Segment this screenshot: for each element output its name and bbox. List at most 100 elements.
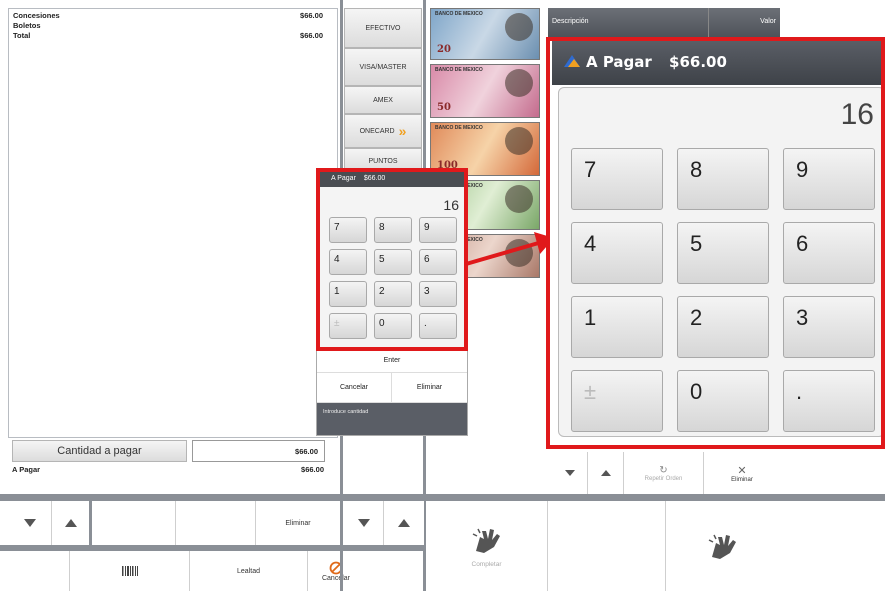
portrait-icon bbox=[505, 127, 533, 155]
small-keypad-header: A Pagar $66.00 bbox=[317, 171, 467, 187]
small-key[interactable]: 4 bbox=[329, 249, 367, 275]
portrait-icon bbox=[505, 185, 533, 213]
small-key[interactable]: 3 bbox=[419, 281, 457, 307]
right-eliminar-button[interactable]: ✕ Eliminar bbox=[704, 452, 780, 494]
summary-row-amount: $66.00 bbox=[300, 31, 323, 40]
cantidad-value-field[interactable]: $66.00 bbox=[192, 440, 325, 462]
toolbar-empty-button[interactable] bbox=[8, 551, 70, 591]
completar-button[interactable]: Completar bbox=[426, 501, 548, 591]
small-key[interactable]: 0 bbox=[374, 313, 412, 339]
scroll-down-button[interactable] bbox=[8, 501, 52, 545]
repeat-icon: ↻ bbox=[659, 464, 668, 476]
small-keypad-amount: $66.00 bbox=[363, 175, 386, 182]
enter-button[interactable]: Enter bbox=[317, 351, 467, 373]
barcode-button[interactable] bbox=[70, 551, 190, 591]
eliminar-button[interactable]: Eliminar bbox=[256, 501, 340, 545]
big-key[interactable]: 4 bbox=[571, 222, 663, 284]
big-key[interactable]: . bbox=[783, 370, 875, 432]
big-keypad-grid: 7 8 9 4 5 6 1 2 3 ±0. bbox=[571, 148, 885, 432]
red-arrow-icon bbox=[465, 232, 554, 266]
small-eliminar-button[interactable]: Eliminar bbox=[392, 373, 467, 403]
chevron-down-icon bbox=[23, 519, 36, 527]
cancelar-label: Cancelar bbox=[321, 574, 350, 582]
right-bottom-empty bbox=[552, 501, 666, 591]
scroll-up-button[interactable] bbox=[52, 501, 92, 545]
chevron-down-icon bbox=[564, 470, 575, 476]
small-key[interactable]: . bbox=[419, 313, 457, 339]
summary-row-amount: $66.00 bbox=[300, 11, 323, 20]
small-key[interactable]: 6 bbox=[419, 249, 457, 275]
method-efectivo-button[interactable]: EFECTIVO bbox=[344, 8, 422, 48]
toolbar-empty-button[interactable] bbox=[92, 501, 176, 545]
right-completar-button[interactable] bbox=[666, 501, 780, 591]
barcode-icon bbox=[121, 566, 138, 576]
bill-50-button[interactable]: BANCO DE MEXICO 50 bbox=[430, 64, 540, 118]
big-key[interactable]: 7 bbox=[571, 148, 663, 210]
portrait-icon bbox=[505, 69, 533, 97]
big-keypad-header: A Pagar $66.00 bbox=[552, 41, 885, 85]
scroll-down-button[interactable] bbox=[552, 452, 588, 494]
big-keypad-amount: $66.00 bbox=[669, 53, 727, 71]
bill-100-button[interactable]: BANCO DE MEXICO 100 bbox=[430, 122, 540, 176]
cantidad-a-pagar-button[interactable]: Cantidad a pagar bbox=[12, 440, 187, 462]
small-key[interactable]: 8 bbox=[374, 217, 412, 243]
big-key[interactable]: 2 bbox=[677, 296, 769, 358]
small-key[interactable]: 5 bbox=[374, 249, 412, 275]
right-header: Descripción Valor bbox=[548, 8, 780, 38]
right-toolbar: ↻ Repetir Orden ✕ Eliminar bbox=[548, 452, 780, 494]
scroll-up-button[interactable] bbox=[588, 452, 624, 494]
big-key[interactable]: 6 bbox=[783, 222, 875, 284]
small-keypad-display: 16 bbox=[443, 197, 459, 213]
big-key[interactable]: 9 bbox=[783, 148, 875, 210]
small-key[interactable]: 7 bbox=[329, 217, 367, 243]
middle-toolbar bbox=[344, 501, 424, 545]
method-amex-button[interactable]: AMEX bbox=[344, 86, 422, 114]
bill-bank-label: BANCO DE MEXICO bbox=[435, 125, 483, 131]
small-key[interactable]: 9 bbox=[419, 217, 457, 243]
lealtad-button[interactable]: Lealtad bbox=[190, 551, 308, 591]
small-keypad-title: A Pagar bbox=[331, 175, 356, 182]
big-keypad-body: 16 7 8 9 4 5 6 1 2 3 ±0. bbox=[558, 87, 885, 437]
big-key[interactable]: 8 bbox=[677, 148, 769, 210]
big-keypad-display: 16 bbox=[840, 98, 874, 131]
scroll-down-button[interactable] bbox=[344, 501, 384, 545]
small-key[interactable]: 1 bbox=[329, 281, 367, 307]
apagar-value: $66.00 bbox=[301, 465, 324, 474]
big-key[interactable]: 0 bbox=[677, 370, 769, 432]
left-bottom-toolbar: Lealtad Cancelar bbox=[0, 551, 364, 591]
hand-tap-icon bbox=[708, 534, 736, 559]
big-key[interactable]: 3 bbox=[783, 296, 875, 358]
completar-label: Completar bbox=[471, 560, 502, 568]
toolbar-empty-button[interactable] bbox=[176, 501, 256, 545]
hand-tap-icon bbox=[472, 528, 500, 553]
small-keypad-grid: 7 8 9 4 5 6 1 2 3 ±0. bbox=[329, 217, 459, 343]
app-logo-icon bbox=[564, 55, 580, 67]
divider bbox=[708, 8, 709, 38]
chevron-up-icon bbox=[600, 470, 611, 476]
method-visa-master-button[interactable]: VISA/MASTER bbox=[344, 48, 422, 86]
method-onecard-button[interactable]: ONECARD » bbox=[344, 114, 422, 148]
small-keypad-panel: A Pagar $66.00 16 7 8 9 4 5 6 1 2 3 ±0. Enter Can… bbox=[316, 170, 468, 436]
chevron-down-icon bbox=[357, 519, 370, 527]
bill-denom: 20 bbox=[437, 44, 451, 55]
small-cancelar-button[interactable]: Cancelar bbox=[317, 373, 392, 403]
summary-row-label: Total bbox=[13, 31, 31, 40]
bill-bank-label: BANCO DE MEXICO bbox=[435, 11, 483, 17]
big-key[interactable]: 5 bbox=[677, 222, 769, 284]
right-bottom-area bbox=[552, 501, 885, 591]
chevron-up-icon bbox=[64, 519, 77, 527]
small-key[interactable]: ± bbox=[329, 313, 367, 339]
cancelar-button[interactable]: Cancelar bbox=[308, 551, 364, 591]
bill-20-button[interactable]: BANCO DE MEXICO 20 bbox=[430, 8, 540, 60]
eliminar-label: Eliminar bbox=[731, 476, 753, 483]
summary-row: Concesiones $66.00 bbox=[13, 11, 331, 21]
big-key[interactable]: 1 bbox=[571, 296, 663, 358]
repetir-orden-button[interactable]: ↻ Repetir Orden bbox=[624, 452, 704, 494]
hint-text: Introduce cantidad bbox=[317, 403, 467, 435]
descripcion-header: Descripción bbox=[552, 18, 589, 25]
bill-bank-label: BANCO DE MEXICO bbox=[435, 67, 483, 73]
small-key[interactable]: 2 bbox=[374, 281, 412, 307]
scroll-up-button[interactable] bbox=[384, 501, 424, 545]
order-summary-panel: Concesiones $66.00 Boletos Total $66.00 bbox=[8, 8, 338, 438]
big-key[interactable]: ± bbox=[571, 370, 663, 432]
